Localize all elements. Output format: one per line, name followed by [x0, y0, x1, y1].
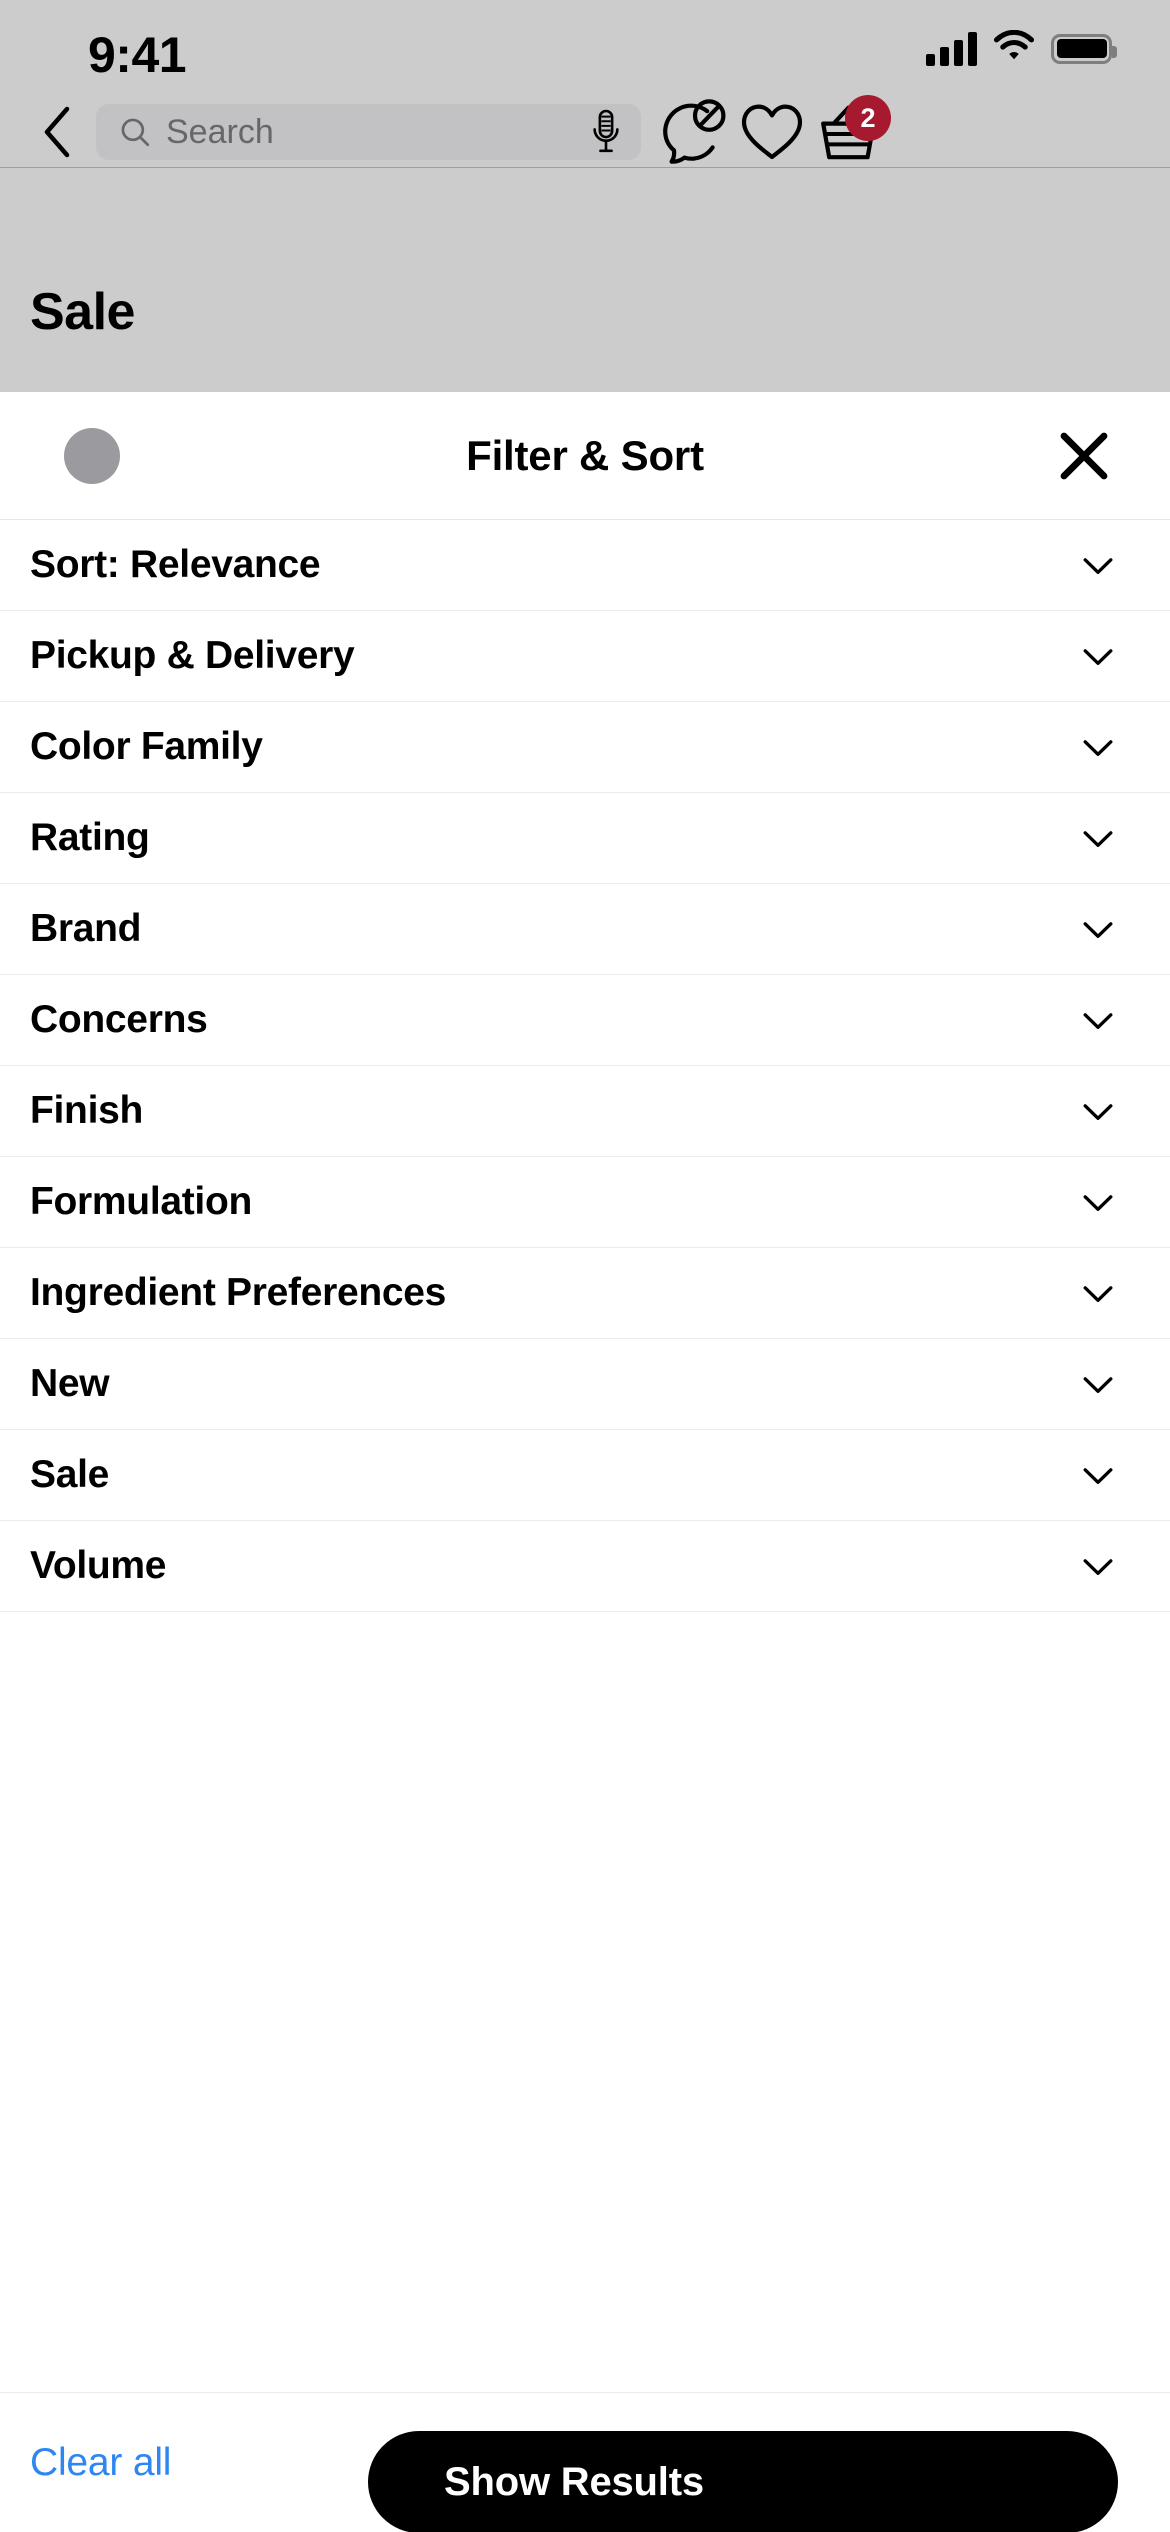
search-placeholder: Search: [166, 113, 274, 151]
close-button[interactable]: [1048, 420, 1120, 492]
chevron-down-icon[interactable]: [1076, 1271, 1120, 1315]
sheet-title: Filter & Sort: [466, 431, 704, 479]
basket-count-badge: 2: [845, 95, 891, 141]
chevron-left-icon: [44, 106, 70, 158]
status-indicators: [926, 29, 1117, 67]
sheet-header: Filter & Sort: [0, 392, 1170, 520]
chevron-down-icon[interactable]: [1076, 725, 1120, 769]
chevron-down-icon[interactable]: [1076, 1362, 1120, 1406]
chevron-down-icon[interactable]: [1076, 1544, 1120, 1588]
offers-button[interactable]: [655, 99, 733, 165]
battery-full-icon: [1051, 33, 1117, 64]
nav-divider: [0, 167, 1170, 168]
filter-row-label: Concerns: [30, 998, 208, 1041]
filter-row[interactable]: Ingredient Preferences: [0, 1248, 1170, 1339]
chevron-down-icon[interactable]: [1076, 998, 1120, 1042]
filter-row[interactable]: Color Family: [0, 702, 1170, 793]
chevron-down-icon[interactable]: [1076, 907, 1120, 951]
microphone-icon[interactable]: [589, 109, 623, 155]
filter-row[interactable]: Rating: [0, 793, 1170, 884]
filter-list: Sort: Relevance Pickup & Delivery Color Fa…: [0, 520, 1170, 1612]
search-input[interactable]: Search: [96, 104, 641, 160]
filter-row[interactable]: Volume: [0, 1521, 1170, 1612]
cellular-signal-icon: [926, 31, 977, 66]
filter-row[interactable]: New: [0, 1339, 1170, 1430]
home-indicator: [390, 2504, 780, 2516]
drag-handle-dot[interactable]: [64, 427, 120, 484]
filter-row[interactable]: Finish: [0, 1066, 1170, 1157]
page-title: Sale: [30, 283, 135, 341]
chevron-down-icon[interactable]: [1076, 1089, 1120, 1133]
chevron-down-icon[interactable]: [1076, 1453, 1120, 1497]
filter-row-label: Ingredient Preferences: [30, 1271, 447, 1314]
status-bar: 9:41: [0, 0, 1170, 96]
status-time: 9:41: [88, 27, 187, 83]
filter-row-label: Formulation: [30, 1180, 253, 1223]
filter-row-label: New: [30, 1362, 110, 1405]
close-icon: [1060, 432, 1108, 479]
chevron-down-icon[interactable]: [1076, 543, 1120, 587]
back-button[interactable]: [26, 101, 88, 163]
filter-row-label: Volume: [30, 1544, 167, 1587]
filter-row-label: Finish: [30, 1089, 144, 1132]
filter-row-label: Brand: [30, 907, 142, 950]
filter-sort-sheet: Filter & Sort Sort: Relevance Pickup & De…: [0, 392, 1170, 2532]
wifi-icon: [993, 29, 1035, 67]
filter-row[interactable]: Concerns: [0, 975, 1170, 1066]
filter-row[interactable]: Pickup & Delivery: [0, 611, 1170, 702]
filter-row[interactable]: Formulation: [0, 1157, 1170, 1248]
chevron-down-icon[interactable]: [1076, 634, 1120, 678]
filter-row-label: Color Family: [30, 725, 263, 768]
filter-row[interactable]: Sort: Relevance: [0, 520, 1170, 611]
chat-bubble-blocked-icon: [663, 99, 726, 164]
chevron-down-icon[interactable]: [1076, 1180, 1120, 1224]
filter-row-label: Sale: [30, 1453, 110, 1496]
filter-row-label: Pickup & Delivery: [30, 634, 355, 677]
search-icon: [121, 118, 150, 147]
show-results-button[interactable]: Show Results: [368, 2431, 1118, 2532]
filter-row[interactable]: Brand: [0, 884, 1170, 975]
filter-row-label: Sort: Relevance: [30, 543, 321, 586]
nav-bar: Search 2: [0, 95, 1170, 168]
basket-button[interactable]: 2: [811, 95, 891, 165]
filter-row[interactable]: Sale: [0, 1430, 1170, 1521]
heart-icon: [741, 104, 803, 160]
filter-row-label: Rating: [30, 816, 150, 859]
clear-all-button[interactable]: Clear all: [30, 2441, 171, 2485]
chevron-down-icon[interactable]: [1076, 816, 1120, 860]
favorites-button[interactable]: [733, 99, 811, 165]
phone-screen: 9:41 Search 2 Sale Filter & Sort Sort: R…: [0, 0, 1170, 2532]
